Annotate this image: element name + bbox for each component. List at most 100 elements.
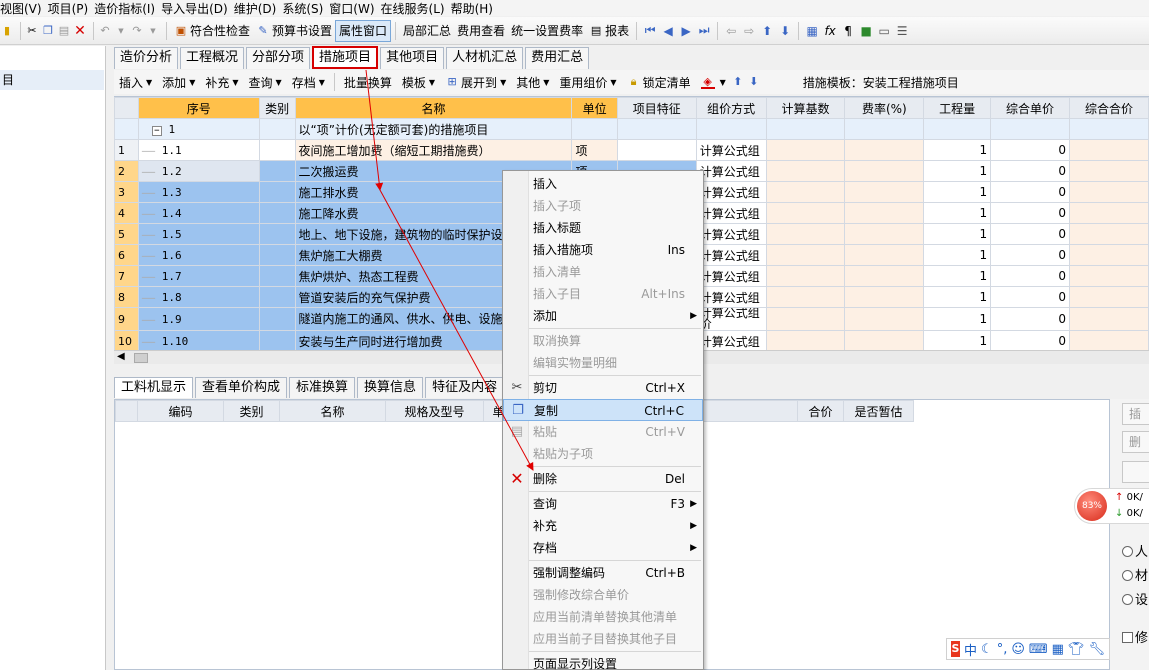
header-category[interactable]: 类别 [258, 97, 296, 119]
budget-settings-button[interactable]: ✎ 预算书设置 [253, 20, 335, 42]
move-up-icon[interactable]: ⬆ [758, 24, 776, 38]
template-button[interactable]: 模板 ▼ [397, 74, 440, 91]
next-record-icon[interactable]: ▶ [677, 24, 695, 38]
tab-fee-summary[interactable]: 费用汇总 [525, 47, 590, 69]
total-price-cell[interactable] [1068, 244, 1149, 266]
row-number[interactable]: 6 [114, 244, 139, 266]
cube-icon[interactable]: ■ [857, 24, 875, 38]
calc-base-cell[interactable] [765, 139, 846, 161]
row-number[interactable]: 1 [114, 139, 139, 161]
menu-system[interactable]: 系统(S) [282, 0, 329, 16]
rate-cell[interactable] [844, 223, 925, 245]
fee-view-button[interactable]: 费用查看 [454, 20, 508, 42]
list-icon[interactable]: ☰ [893, 24, 911, 38]
header-name[interactable]: 名称 [294, 97, 573, 119]
pricing-method-cell[interactable]: 计算公式组 [695, 181, 767, 203]
tab-project-overview[interactable]: 工程概况 [180, 47, 245, 69]
unit-price-cell[interactable]: 0 [990, 202, 1070, 224]
left-panel-selected-item[interactable]: 目 [0, 70, 104, 90]
calc-base-cell[interactable] [765, 202, 846, 224]
seq-cell[interactable]: —— 1.5 [137, 223, 260, 245]
header-seq[interactable]: 序号 [137, 97, 260, 119]
header-unit[interactable]: 单位 [571, 97, 618, 119]
header-feature[interactable]: 项目特征 [616, 97, 697, 119]
tab-other-items[interactable]: 其他项目 [380, 47, 445, 69]
unit-price-cell[interactable]: 0 [990, 286, 1070, 308]
menu-import-export[interactable]: 导入导出(D) [161, 0, 234, 16]
context-menu-item[interactable]: 插入标题 [503, 217, 703, 239]
unit-price-cell[interactable]: 0 [990, 223, 1070, 245]
wrench-icon[interactable]: 🔧︎ [1088, 642, 1105, 657]
expand-to-button[interactable]: ⊞ 展开到 ▼ [440, 74, 511, 91]
tab-labor-material-summary[interactable]: 人材机汇总 [446, 47, 524, 69]
context-menu-item[interactable]: 查询 F3 ▶ [503, 493, 703, 515]
emoji-icon[interactable]: ☺ [1011, 642, 1025, 657]
pricing-method-cell[interactable]: 计算公式组 [695, 286, 767, 308]
category-cell[interactable] [258, 330, 296, 350]
scroll-thumb[interactable] [134, 353, 148, 363]
rate-cell[interactable] [844, 181, 925, 203]
calc-base-cell[interactable] [765, 307, 846, 331]
last-record-icon[interactable]: ⏭ [695, 23, 713, 38]
menu-online[interactable]: 在线服务(L) [381, 0, 451, 16]
calc-base-cell[interactable] [765, 223, 846, 245]
cut-icon[interactable]: ✂ [25, 24, 39, 38]
unify-rate-button[interactable]: 统一设置费率 [508, 20, 586, 42]
table-row[interactable]: 1 —— 1.1 夜间施工增加费（缩短工期措施费）项计算公式组 1 0 [114, 139, 1149, 161]
unit-price-cell[interactable]: 0 [990, 330, 1070, 350]
modify-checkbox[interactable]: 修 [1122, 627, 1148, 646]
group-code-cell[interactable]: − 1 [137, 118, 260, 140]
category-cell[interactable] [258, 307, 296, 331]
context-menu-item[interactable]: ✕ 删除 Del [503, 468, 703, 490]
delete-side-button[interactable]: 删 [1122, 431, 1149, 453]
row-number[interactable]: 9 [114, 307, 139, 331]
tab-standard-conversion[interactable]: 标准换算 [289, 377, 356, 398]
supplement-button[interactable]: 补充 ▼ [200, 74, 243, 91]
total-price-cell[interactable] [1068, 223, 1149, 245]
calc-base-cell[interactable] [765, 160, 846, 182]
unit-price-cell[interactable]: 0 [990, 181, 1070, 203]
add-button[interactable]: 添加 ▼ [157, 74, 200, 91]
header-pricing-method[interactable]: 组价方式 [695, 97, 767, 119]
category-cell[interactable] [258, 286, 296, 308]
back-arrow-icon[interactable]: ⇦ [722, 24, 740, 38]
formula-icon[interactable]: fx [821, 24, 839, 38]
insert-side-button[interactable]: 插 [1122, 403, 1149, 425]
quantity-cell[interactable]: 1 [923, 160, 992, 182]
fill-color-button[interactable]: ◈ ▼ [696, 75, 731, 89]
pricing-method-cell[interactable]: 计算公式组 [695, 139, 767, 161]
move-up-icon[interactable]: ⬆ [731, 75, 745, 89]
category-cell[interactable] [258, 139, 296, 161]
unit-price-cell[interactable]: 0 [990, 244, 1070, 266]
unit-price-cell[interactable]: 0 [990, 265, 1070, 287]
grid-icon[interactable]: ▦ [1052, 642, 1064, 657]
rate-cell[interactable] [844, 244, 925, 266]
category-cell[interactable] [258, 223, 296, 245]
copy-icon[interactable]: ❐ [41, 24, 55, 38]
rate-cell[interactable] [844, 330, 925, 350]
ime-mode[interactable]: 中 [964, 640, 977, 659]
unit-cell[interactable]: 项 [571, 139, 618, 161]
report-button[interactable]: ▤ 报表 [586, 20, 632, 42]
group-row[interactable]: − 1 以“项”计价(无定额可套)的措施项目 [114, 118, 1149, 140]
total-price-cell[interactable] [1068, 286, 1149, 308]
total-price-cell[interactable] [1068, 202, 1149, 224]
insert-button[interactable]: 插入 ▼ [114, 74, 157, 91]
context-menu-item[interactable]: ✂ 剪切 Ctrl+X [503, 377, 703, 399]
menu-project[interactable]: 项目(P) [48, 0, 95, 16]
property-window-button[interactable]: 属性窗口 [335, 19, 392, 42]
seq-cell[interactable]: —— 1.4 [137, 202, 260, 224]
calc-base-cell[interactable] [765, 244, 846, 266]
row-number[interactable]: 8 [114, 286, 139, 308]
quantity-cell[interactable]: 1 [923, 139, 992, 161]
total-price-cell[interactable] [1068, 307, 1149, 331]
radio-equipment[interactable]: 设 [1122, 589, 1148, 608]
row-number[interactable]: 5 [114, 223, 139, 245]
header-name[interactable]: 名称 [279, 400, 386, 422]
reuse-pricing-button[interactable]: 重用组价 ▼ [554, 74, 621, 91]
tab-labor-material-display[interactable]: 工料机显示 [114, 377, 194, 398]
header-code[interactable]: 编码 [137, 400, 224, 422]
seq-cell[interactable]: —— 1.9 [137, 307, 260, 331]
delete-icon[interactable]: ✕ [73, 24, 87, 38]
quantity-cell[interactable]: 1 [923, 202, 992, 224]
